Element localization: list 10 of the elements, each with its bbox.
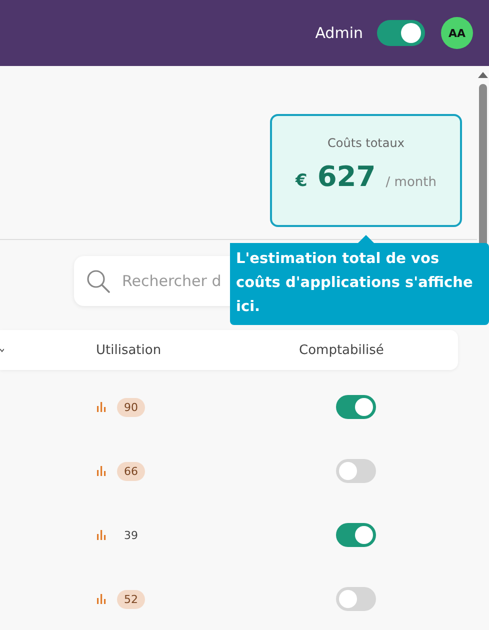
user-role-label: Admin [315,24,363,42]
usage-count: 52 [117,590,145,608]
cost-amount: 627 [317,160,376,193]
currency-symbol: € [295,171,308,191]
tooltip-text: L'estimation total de vos coûts d'applications s'affiche ici. [236,250,474,317]
usage-count: 66 [117,462,145,480]
cost-title: Coûts totaux [328,136,404,150]
usage-count: 39 [123,528,139,544]
cost-period: / month [386,175,436,190]
usage-count: 90 [117,398,145,416]
